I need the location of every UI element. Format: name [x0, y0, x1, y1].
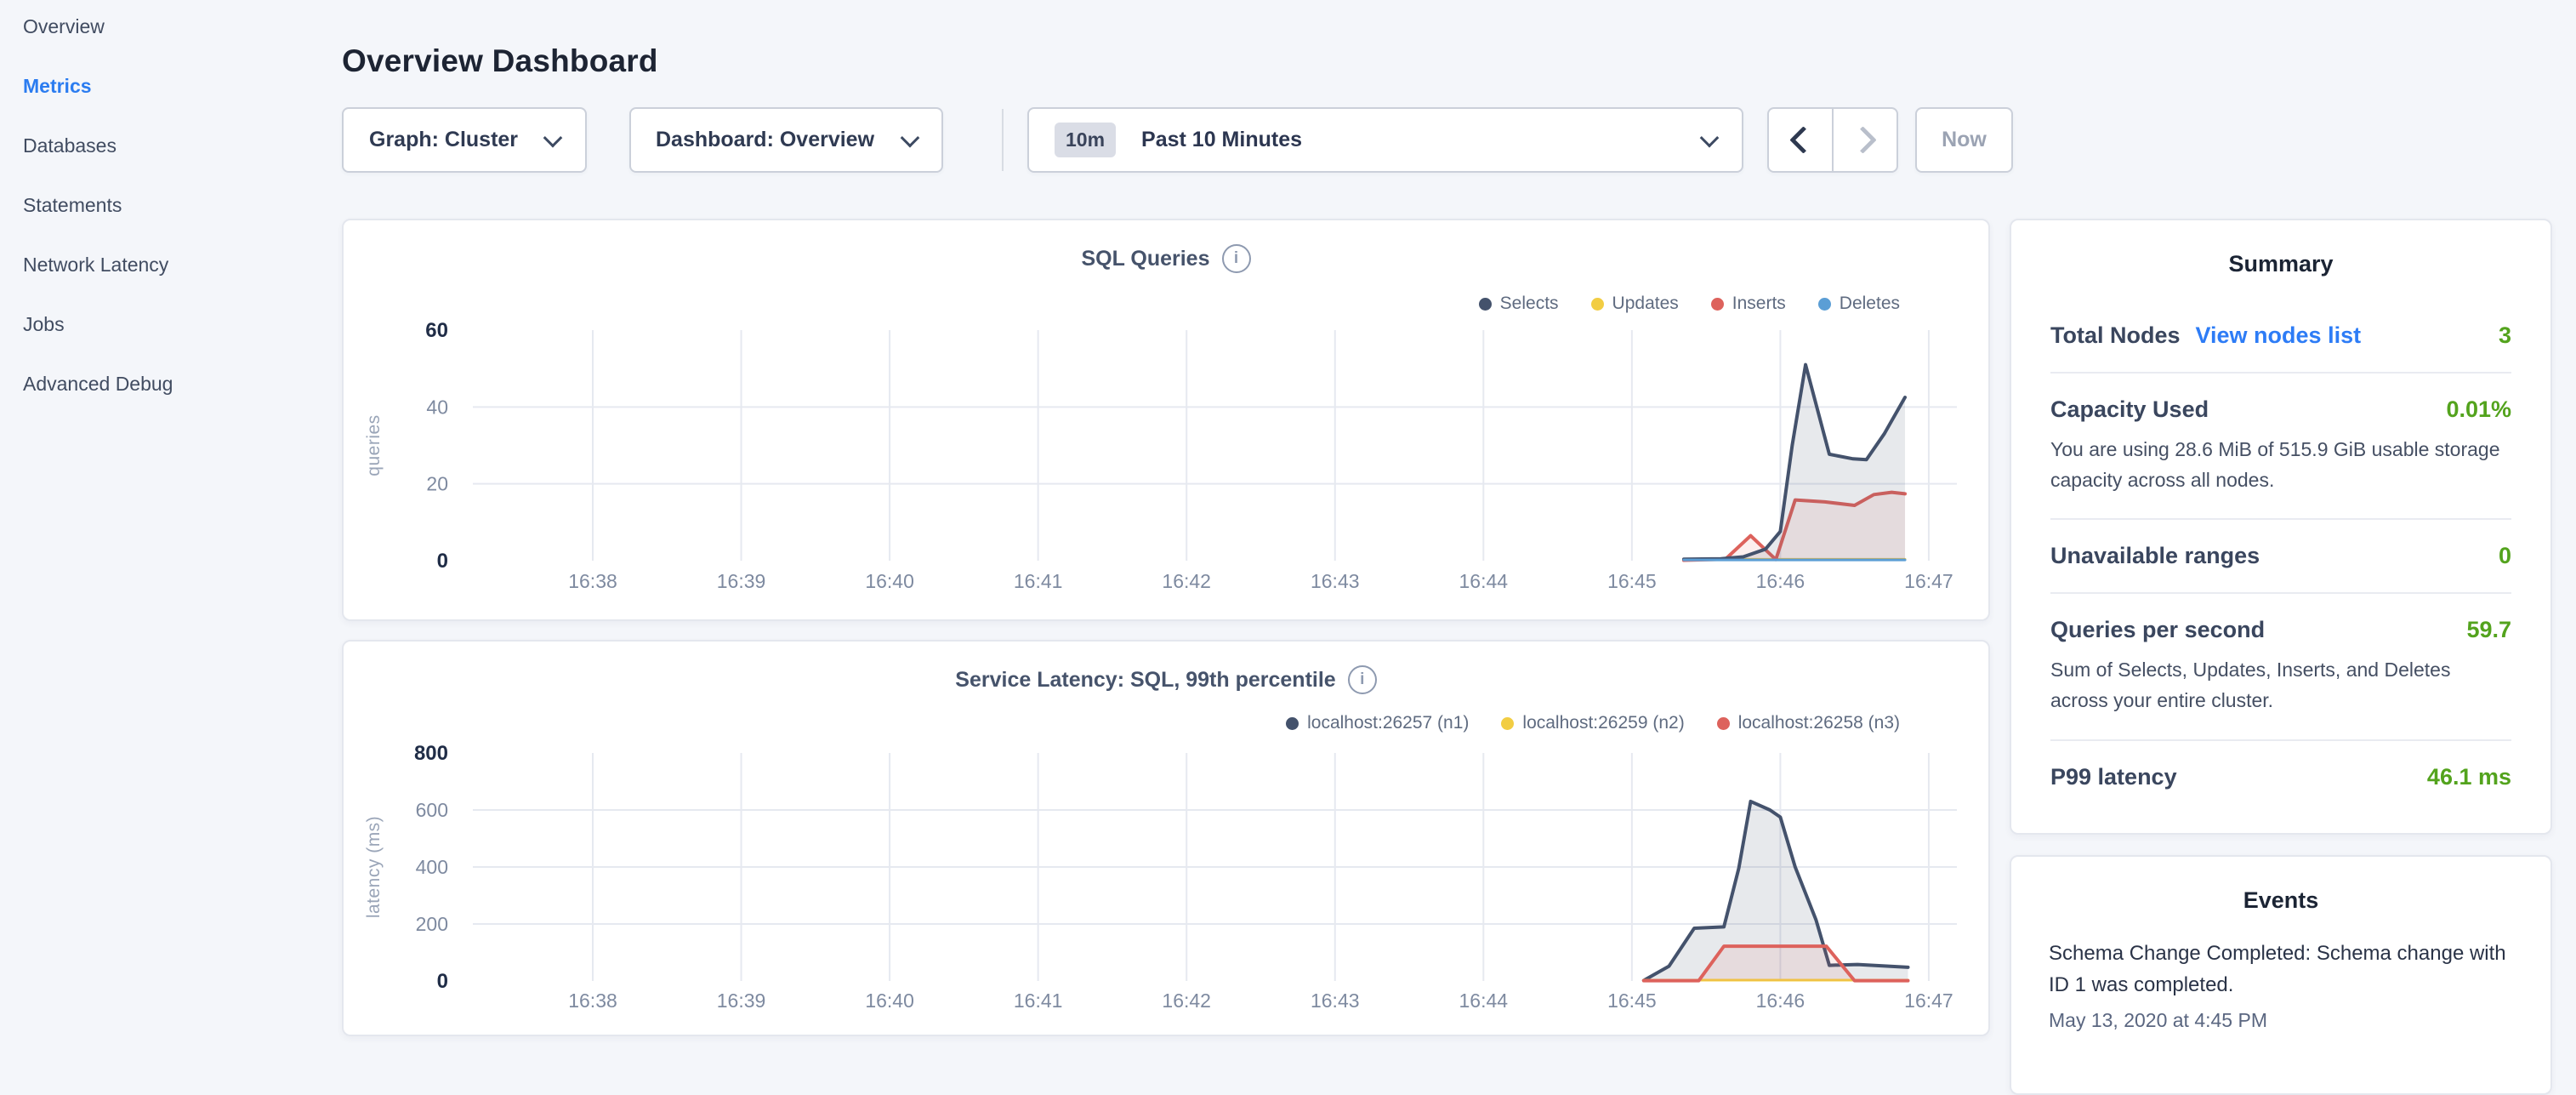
svg-text:16:46: 16:46 — [1756, 989, 1805, 1012]
svg-text:800: 800 — [414, 742, 448, 765]
chevron-right-icon — [1849, 126, 1877, 154]
time-range-picker[interactable]: 10m Past 10 Minutes — [1027, 107, 1743, 173]
svg-text:16:38: 16:38 — [568, 989, 617, 1012]
summary-row: Capacity Used 0.01% You are using 28.6 MiB… — [2050, 374, 2511, 520]
sidebar-item-advanced-debug[interactable]: Advanced Debug — [0, 366, 340, 425]
svg-text:16:38: 16:38 — [568, 570, 617, 592]
controls-divider — [1002, 109, 1004, 171]
time-forward-button[interactable] — [1832, 109, 1896, 171]
svg-text:16:47: 16:47 — [1904, 989, 1953, 1012]
chevron-down-icon — [543, 128, 563, 147]
event-item[interactable]: Schema Change Completed: Schema change w… — [2049, 938, 2513, 1032]
summary-row-label: Capacity Used — [2050, 396, 2209, 423]
summary-panel: Summary Total Nodes View nodes list 3 Capac… — [2010, 219, 2552, 835]
svg-text:0: 0 — [437, 970, 448, 993]
sidebar-item-network-latency[interactable]: Network Latency — [0, 247, 340, 306]
svg-text:16:39: 16:39 — [717, 570, 766, 592]
view-nodes-list-link[interactable]: View nodes list — [2196, 322, 2362, 349]
chevron-left-icon — [1789, 126, 1817, 154]
time-back-button[interactable] — [1769, 109, 1832, 171]
svg-text:16:39: 16:39 — [717, 989, 766, 1012]
service-latency-chart: 16:38 16:39 16:40 16:41 16:42 16:43 16:44 16:45… — [344, 642, 1988, 1035]
svg-text:0: 0 — [437, 550, 448, 573]
svg-text:latency (ms): latency (ms) — [364, 816, 384, 918]
graph-dropdown[interactable]: Graph: Cluster — [342, 107, 587, 173]
sidebar-item-metrics[interactable]: Metrics — [0, 68, 340, 128]
svg-text:16:47: 16:47 — [1904, 570, 1953, 592]
svg-text:16:40: 16:40 — [865, 570, 914, 592]
sidebar-item-jobs[interactable]: Jobs — [0, 306, 340, 366]
sidebar: OverviewMetricsDatabasesStatementsNetwor… — [0, 0, 340, 1052]
summary-row: Unavailable ranges 0 — [2050, 520, 2511, 594]
summary-row-value: 0 — [2499, 543, 2511, 569]
svg-text:20: 20 — [426, 473, 448, 495]
svg-text:60: 60 — [425, 319, 448, 342]
chevron-down-icon — [901, 128, 920, 147]
summary-heading: Summary — [2050, 220, 2511, 277]
summary-row: Total Nodes View nodes list 3 — [2050, 299, 2511, 374]
service-latency-chart-card: Service Latency: SQL, 99th percentile i … — [342, 640, 1990, 1036]
summary-row-label: Queries per second — [2050, 617, 2265, 643]
sql-queries-chart-card: SQL Queries i SelectsUpdatesInsertsDelet… — [342, 219, 1990, 621]
svg-text:16:42: 16:42 — [1162, 989, 1211, 1012]
summary-row-value: 0.01% — [2446, 396, 2511, 423]
chevron-down-icon — [1700, 128, 1720, 147]
summary-row: Queries per second 59.7 Sum of Selects, Up… — [2050, 594, 2511, 740]
dashboard-dropdown-label: Dashboard: Overview — [656, 128, 874, 152]
svg-text:40: 40 — [426, 396, 448, 418]
events-panel: Events Schema Change Completed: Schema c… — [2010, 855, 2552, 1095]
summary-row-description: You are using 28.6 MiB of 515.9 GiB usab… — [2050, 435, 2511, 495]
sql-queries-chart: 16:38 16:39 16:40 16:41 16:42 16:43 16:44 16:45… — [344, 220, 1988, 619]
event-message: Schema Change Completed: Schema change w… — [2049, 938, 2513, 1001]
events-heading: Events — [2049, 857, 2513, 914]
svg-text:400: 400 — [416, 856, 448, 878]
svg-text:16:46: 16:46 — [1756, 570, 1805, 592]
svg-text:16:43: 16:43 — [1311, 989, 1360, 1012]
svg-text:16:42: 16:42 — [1162, 570, 1211, 592]
event-timestamp: May 13, 2020 at 4:45 PM — [2049, 1009, 2513, 1032]
svg-text:16:41: 16:41 — [1014, 570, 1063, 592]
sidebar-item-overview[interactable]: Overview — [0, 9, 340, 68]
summary-row-description: Sum of Selects, Updates, Inserts, and De… — [2050, 655, 2511, 716]
page-title: Overview Dashboard — [342, 43, 658, 79]
summary-row-value: 46.1 ms — [2427, 764, 2511, 790]
time-step-buttons — [1767, 107, 1898, 173]
dashboard-dropdown[interactable]: Dashboard: Overview — [629, 107, 943, 173]
summary-row-label: Total Nodes — [2050, 322, 2181, 349]
time-window-badge: 10m — [1055, 123, 1116, 157]
svg-text:200: 200 — [416, 913, 448, 935]
svg-text:16:43: 16:43 — [1311, 570, 1360, 592]
summary-row-value: 59.7 — [2466, 617, 2511, 643]
time-window-label: Past 10 Minutes — [1141, 128, 1302, 152]
now-button[interactable]: Now — [1915, 107, 2013, 173]
summary-row: P99 latency 46.1 ms — [2050, 741, 2511, 813]
svg-text:600: 600 — [416, 799, 448, 821]
svg-text:queries: queries — [364, 414, 384, 476]
svg-text:16:45: 16:45 — [1607, 989, 1657, 1012]
sidebar-item-statements[interactable]: Statements — [0, 187, 340, 247]
summary-row-label: P99 latency — [2050, 764, 2177, 790]
summary-row-label: Unavailable ranges — [2050, 543, 2260, 569]
sidebar-item-databases[interactable]: Databases — [0, 128, 340, 187]
svg-text:16:41: 16:41 — [1014, 989, 1063, 1012]
graph-dropdown-label: Graph: Cluster — [369, 128, 518, 152]
summary-row-value: 3 — [2499, 322, 2511, 349]
svg-text:16:44: 16:44 — [1459, 989, 1509, 1012]
svg-text:16:44: 16:44 — [1459, 570, 1509, 592]
svg-text:16:45: 16:45 — [1607, 570, 1657, 592]
svg-text:16:40: 16:40 — [865, 989, 914, 1012]
